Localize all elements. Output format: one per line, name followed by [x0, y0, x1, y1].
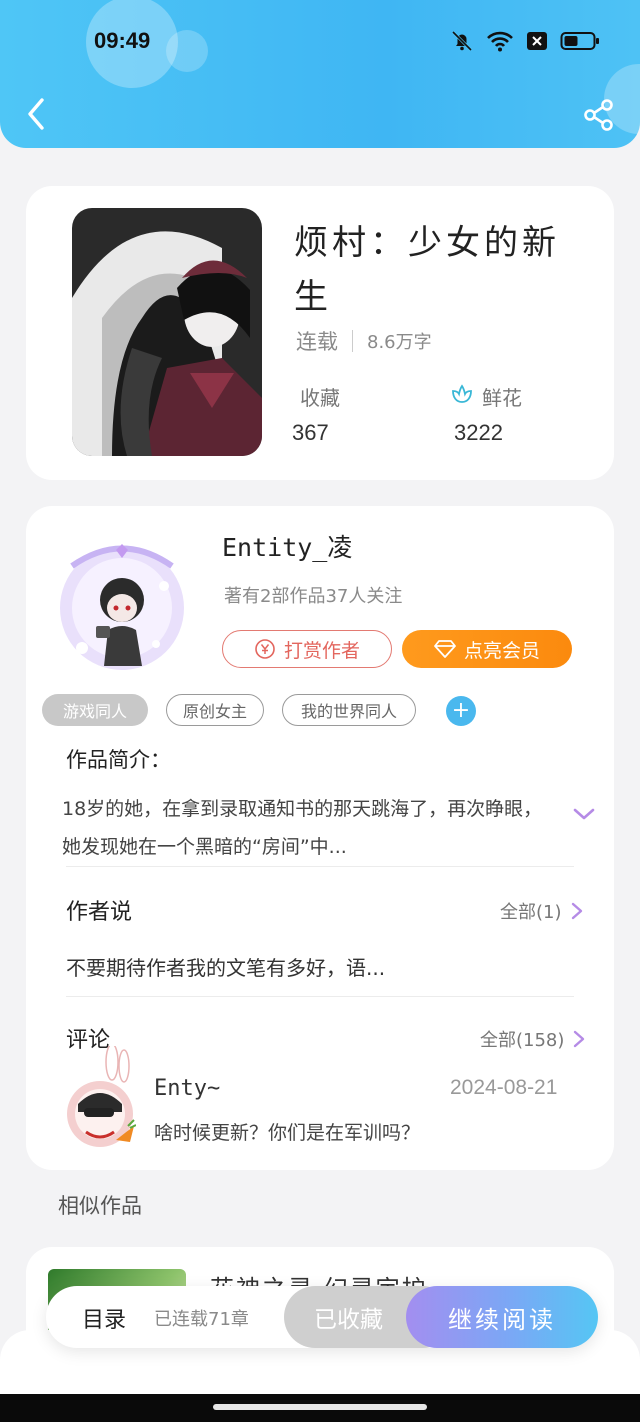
comment-username[interactable]: Enty~: [154, 1076, 220, 1101]
similar-heading: 相似作品: [58, 1194, 142, 1218]
section-divider: [66, 996, 574, 997]
favorites-label: 收藏: [300, 386, 340, 410]
detail-card: Entity_凌 著有2部作品37人关注 打赏作者 点亮会员 游戏同人 原创女主…: [26, 506, 614, 1170]
author-avatar[interactable]: [52, 526, 192, 676]
status-icons: [450, 28, 600, 54]
book-title: 烦村：少女的新生: [294, 223, 560, 317]
chevron-right-icon: [571, 902, 582, 920]
home-indicator[interactable]: [213, 1404, 427, 1410]
author-says-text[interactable]: 不要期待作者我的文笔有多好，语...: [66, 952, 385, 981]
bell-muted-icon: [451, 30, 473, 52]
wifi-icon: [487, 31, 513, 52]
expand-intro-button[interactable]: [572, 804, 596, 824]
chapter-count[interactable]: 已连载71章: [154, 1305, 249, 1331]
share-button[interactable]: [582, 98, 616, 132]
status-time: 09:49: [94, 28, 151, 53]
author-stats: 著有2部作品37人关注: [224, 586, 403, 607]
serial-status: 连载: [296, 330, 338, 354]
comment-date: 2024-08-21: [450, 1076, 558, 1099]
chevron-right-icon: [574, 1030, 585, 1048]
comments-more[interactable]: 全部(158): [480, 1026, 586, 1052]
diamond-icon: [434, 640, 456, 658]
flower-icon: [452, 384, 472, 403]
tip-author-label: 打赏作者: [283, 639, 360, 662]
continue-reading-button[interactable]: 继续阅读: [406, 1286, 598, 1348]
comments-more-label: 全部(158): [480, 1030, 565, 1051]
intro-heading: 作品简介：: [66, 748, 171, 772]
vip-member-button[interactable]: 点亮会员: [402, 630, 572, 668]
vip-member-label: 点亮会员: [463, 639, 540, 662]
author-name[interactable]: Entity_凌: [222, 528, 352, 564]
battery-icon: [560, 32, 599, 50]
bottom-action-bar: 目录 已连载71章 已收藏 继续阅读: [46, 1286, 598, 1348]
app-header: 09:49: [0, 0, 640, 148]
back-button[interactable]: [18, 94, 54, 134]
author-says-more-label: 全部(1): [500, 902, 562, 923]
word-count: 8.6万字: [367, 332, 432, 353]
tag-game-fanfic[interactable]: 游戏同人: [42, 694, 148, 726]
flowers-label: 鲜花: [482, 386, 522, 410]
decor-bubble: [166, 30, 208, 72]
tag-minecraft-fanfic[interactable]: 我的世界同人: [282, 694, 416, 726]
section-divider: [66, 866, 574, 867]
book-meta: 连载 8.6万字: [296, 326, 432, 356]
close-box-icon: [527, 32, 547, 50]
book-info-card: 烦村：少女的新生 连载 8.6万字 收藏 367 鲜花 3222: [26, 186, 614, 480]
add-tag-button[interactable]: +: [446, 696, 476, 726]
tag-original-heroine[interactable]: 原创女主: [166, 694, 264, 726]
tip-author-button[interactable]: 打赏作者: [222, 630, 392, 668]
intro-text: 18岁的她，在拿到录取通知书的那天跳海了，再次睁眼，她发现她在一个黑暗的“房间”…: [62, 798, 543, 858]
comment-text[interactable]: 啥时候更新？你们是在军训吗？: [154, 1118, 420, 1145]
comment-avatar[interactable]: [64, 1043, 137, 1152]
author-says-more[interactable]: 全部(1): [500, 898, 584, 924]
yen-coin-icon: [255, 639, 275, 659]
toc-button[interactable]: 目录: [82, 1302, 126, 1334]
author-says-heading: 作者说: [66, 900, 133, 925]
favorites-count: 367: [292, 420, 329, 445]
flowers-count: 3222: [454, 420, 503, 445]
meta-divider: [352, 330, 353, 352]
book-cover[interactable]: [72, 208, 262, 456]
